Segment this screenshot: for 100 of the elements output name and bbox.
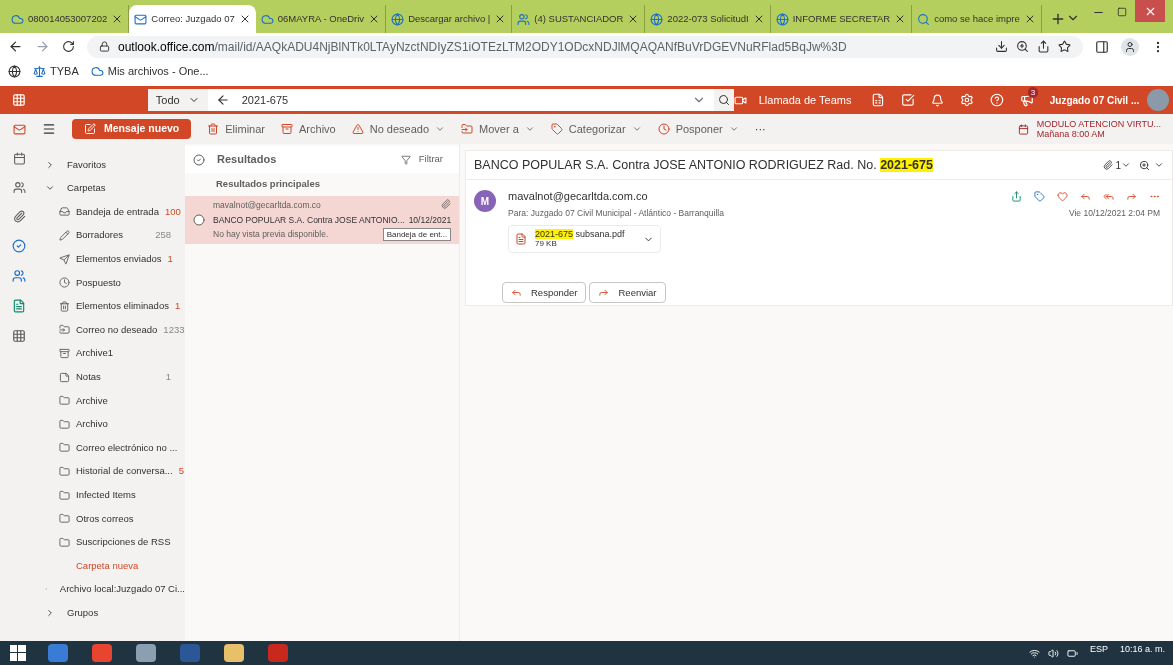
new-message-button[interactable]: Mensaje nuevo [72,119,192,139]
browser-tab[interactable]: 06MAYRA - OneDriv [255,5,387,33]
settings-icon[interactable] [960,93,974,107]
restore-icon[interactable] [1117,7,1127,17]
bookmark[interactable]: Mis archivos - One... [90,63,209,80]
globe-icon [775,12,789,26]
search-scope-dropdown[interactable]: Todo [147,89,208,111]
browser-tab[interactable]: 2022-073 SolicitudI [645,5,771,33]
people-icon[interactable] [12,181,26,194]
toolbar-button[interactable]: Mover a [461,120,535,138]
message-date: Vie 10/12/2021 2:04 PM [1068,206,1160,220]
folder-group[interactable]: Grupos [38,601,185,625]
forward-icon[interactable] [35,39,50,54]
zoom-icon[interactable] [1016,40,1029,53]
help-icon[interactable] [989,93,1004,107]
share-icon[interactable] [1037,40,1050,53]
folder-item[interactable]: Elementos eliminados 1 [38,294,185,319]
toolbar-button[interactable]: Eliminar [207,120,265,138]
toolbar-button[interactable]: No deseado [351,120,446,138]
bookmark[interactable]: TYBA [33,63,79,80]
unread-count: 1 [167,252,173,267]
more-button[interactable]: ··· [754,120,766,138]
app-launcher-icon[interactable] [12,93,26,107]
message-sender: mavalnot@gecarltda.com.co [213,198,322,212]
forward-button[interactable]: Reenviar [589,282,666,304]
menu-icon[interactable] [42,122,56,136]
folder-item[interactable]: Bandeja de entrada 100 [38,200,185,224]
folder-item[interactable]: Historial de conversa... 5 [38,459,185,484]
zoom-icon[interactable] [1139,159,1150,171]
toolbar-button[interactable]: Categorizar [550,120,642,138]
folder-group[interactable]: Archivo local:Juzgado 07 Ci... [38,577,185,602]
browser-tab[interactable]: (4) SUSTANCIADOR [512,5,646,33]
document-icon[interactable] [871,93,886,107]
bookmark-star-icon[interactable] [1058,40,1071,53]
folder-item[interactable]: Archive [38,388,185,413]
account-name[interactable]: Juzgado 07 Civil ... [1049,92,1140,108]
todo-icon[interactable] [12,239,26,253]
task-icon[interactable] [901,93,916,107]
folder-item[interactable]: Correo no deseado 1233 [38,318,185,342]
folder-item[interactable]: Archivo [38,412,185,437]
reload-icon[interactable] [62,40,75,53]
filter-button[interactable]: Filtrar [400,152,443,167]
mail-icon [134,12,148,26]
globe-icon[interactable] [8,65,21,78]
folder-group[interactable]: Favoritos [38,153,185,177]
search-box[interactable]: Todo 2021-675 [147,89,734,111]
teams-call-button[interactable]: Llamada de Teams [733,91,852,109]
bell-icon[interactable] [931,93,945,107]
folder-item[interactable]: Suscripciones de RSS [38,530,185,555]
megaphone-icon[interactable] [1019,93,1034,107]
folder-group[interactable]: Carpetas [38,176,185,201]
mail-icon[interactable] [12,122,26,136]
address-bar[interactable]: outlook.office.com/mail/id/AAQkADU4NjBlNTk0LTAyNzctNDIyZS1iOTEzLTM2ODY1ODcxNDJlMQAQANfBuVrDGEVNuRFlad5BqJw%3D [87,35,1083,58]
profile-avatar[interactable] [1121,37,1139,56]
folder-item[interactable]: Notas 1 [38,365,185,389]
document-icon[interactable] [12,299,26,313]
search-button[interactable] [713,89,734,111]
like-icon[interactable] [1057,190,1068,202]
folder-item[interactable]: Borradores 258 [38,223,185,248]
browser-tab[interactable]: Correo: Juzgado 07 [129,5,256,33]
folder-item[interactable]: Elementos enviados 1 [38,247,185,271]
paperclip-icon[interactable] [12,210,26,223]
back-icon[interactable] [215,93,230,107]
browser-tab[interactable]: INFORME SECRETAR [770,5,913,33]
battery-icon[interactable] [1066,647,1078,659]
app-icon [136,644,156,662]
volume-icon[interactable] [1047,647,1059,659]
install-icon[interactable] [995,40,1008,53]
clock-time[interactable]: 10:16 a. m. [1119,643,1165,657]
toolbar-button[interactable]: Archivo [281,120,336,138]
back-icon[interactable] [8,39,23,54]
select-all-icon[interactable] [193,153,205,166]
chevron-down-icon[interactable] [1121,160,1131,170]
toolbar-button[interactable]: Posponer [657,120,739,138]
message-item[interactable]: mavalnot@gecarltda.com.co BANCO POPULAR S.A. Contra JOSE ANTONIO... 10/12/2021 No hay vista previa disponible. Bandeja de ent... [185,196,459,244]
filter-icon [400,154,411,165]
people-icon[interactable] [12,269,26,283]
calendar-icon[interactable] [12,152,26,165]
chevron-down-icon[interactable] [1154,160,1164,170]
language-indicator[interactable]: ESP [1089,643,1108,657]
attachment-card[interactable]: 2021-675 subsana.pdf 79 KB [508,225,661,254]
folder-item[interactable]: Archive1 [38,341,185,366]
folder-icon [59,442,70,454]
folder-item[interactable]: Correo electrónico no ... [38,436,185,460]
search-icon [717,94,730,106]
close-window-button[interactable] [1135,0,1165,22]
browser-tab[interactable]: como se hace impre [912,5,1042,33]
reminder[interactable]: MODULO ATENCION VIRTU... Mañana 8:00 AM [1017,119,1161,139]
reply-button[interactable]: Responder [502,282,587,304]
folder-item[interactable]: Pospuesto [38,270,185,295]
select-circle-icon[interactable] [193,214,205,226]
browser-tab[interactable]: Descargar archivo | [386,5,513,33]
new-folder-link[interactable]: Carpeta nueva [38,554,185,578]
folder-icon [59,536,70,548]
network-icon[interactable] [1028,647,1040,659]
side-panel-icon[interactable] [1095,39,1109,54]
note-icon [59,371,70,383]
folder-item[interactable]: Otros correos [38,506,185,531]
apps-icon[interactable] [12,329,26,343]
folder-item[interactable]: Infected Items [38,483,185,507]
